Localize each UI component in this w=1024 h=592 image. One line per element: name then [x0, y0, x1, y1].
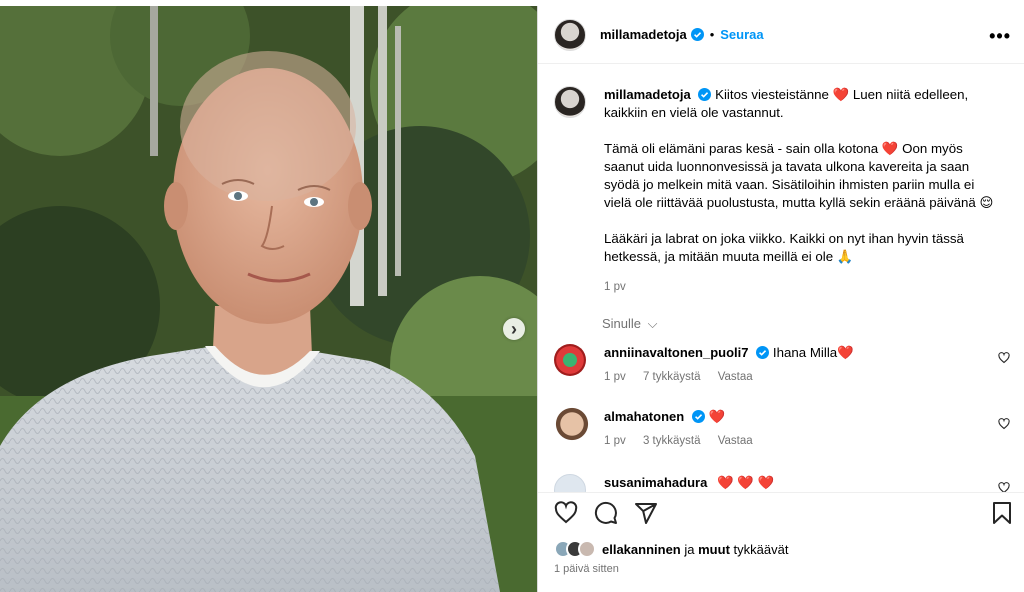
comment-time: 1 pv	[604, 435, 626, 447]
verified-badge-icon	[698, 88, 712, 101]
caption-paragraph-2: Tämä oli elämäni paras kesä - sain olla …	[604, 141, 994, 210]
comment-reply-button[interactable]: Vastaa	[718, 371, 753, 383]
comment-like-count[interactable]: 7 tykkäystä	[643, 371, 701, 383]
comment-time: 1 pv	[604, 371, 626, 383]
comment-text: ❤️	[708, 409, 726, 424]
heart-icon[interactable]	[554, 501, 578, 525]
heart-icon[interactable]	[998, 418, 1010, 430]
comment-reply-button[interactable]: Vastaa	[718, 435, 753, 447]
likes-joiner: ja	[684, 541, 695, 557]
heart-icon[interactable]	[998, 482, 1010, 492]
commenter-username[interactable]: almahatonen	[604, 409, 684, 424]
likes-summary[interactable]: ellakanninen ja muut tykkäävät	[554, 540, 788, 558]
post-details-panel: millamadetoja • Seuraa ••• millamadetoja…	[537, 6, 1024, 592]
separator-dot: •	[709, 27, 715, 42]
heart-icon[interactable]	[998, 352, 1010, 364]
comments-scroll-area[interactable]: millamadetoja Kiitos viesteistänne ❤️ Lu…	[538, 64, 1024, 492]
comment-item: almahatonen ❤️ 1 pv 3 tykkäystä Vastaa	[554, 406, 1014, 447]
commenter-avatar[interactable]	[554, 474, 586, 492]
follow-button[interactable]: Seuraa	[720, 27, 763, 42]
post-timestamp[interactable]: 1 päivä sitten	[554, 563, 619, 575]
caption-author-username[interactable]: millamadetoja	[604, 87, 691, 102]
more-options-icon[interactable]: •••	[989, 26, 1011, 47]
liker-avatar	[578, 540, 596, 558]
post-header: millamadetoja • Seuraa •••	[538, 6, 1024, 64]
verified-badge-icon	[690, 28, 704, 41]
next-image-icon: ›	[511, 319, 517, 339]
commenter-avatar[interactable]	[554, 406, 590, 442]
comment-item: anniinavaltonen_puoli7 Ihana Milla❤️ 1 p…	[554, 344, 1014, 383]
comment-text: Ihana Milla❤️	[772, 345, 854, 360]
comment-sort-label: Sinulle	[602, 316, 642, 331]
comment-text: ❤️ ❤️ ❤️	[717, 475, 775, 490]
comment-like-count[interactable]: 3 tykkäystä	[643, 435, 701, 447]
comment-item: susanimahadura ❤️ ❤️ ❤️	[554, 474, 1014, 492]
post-photo-illustration	[0, 6, 537, 592]
likes-suffix: tykkäävät	[733, 541, 789, 557]
caption-author-avatar[interactable]	[554, 86, 586, 118]
comment-sort-dropdown[interactable]: Sinulle ⌵	[602, 316, 658, 332]
post-caption: millamadetoja Kiitos viesteistänne ❤️ Lu…	[554, 86, 1004, 296]
author-username[interactable]: millamadetoja	[600, 27, 687, 42]
next-image-button[interactable]: ›	[503, 318, 525, 340]
author-avatar[interactable]	[554, 18, 586, 51]
commenter-username[interactable]: anniinavaltonen_puoli7	[604, 345, 748, 360]
verified-badge-icon	[691, 410, 705, 423]
caption-paragraph-3: Lääkäri ja labrat on joka viikko. Kaikki…	[604, 231, 964, 264]
actions-divider	[538, 492, 1024, 493]
liker-username[interactable]: ellakanninen	[602, 542, 681, 557]
likes-others-link[interactable]: muut	[698, 542, 730, 557]
bookmark-icon[interactable]	[990, 501, 1014, 525]
share-icon[interactable]	[634, 501, 658, 525]
post-actions-bar	[554, 501, 1014, 531]
chevron-down-icon: ⌵	[647, 316, 658, 331]
post-image[interactable]: ›	[0, 6, 537, 592]
caption-timestamp: 1 pv	[604, 281, 626, 293]
comment-icon[interactable]	[594, 501, 618, 525]
verified-badge-icon	[756, 346, 770, 359]
commenter-avatar[interactable]	[554, 344, 586, 376]
commenter-username[interactable]: susanimahadura	[604, 475, 707, 490]
